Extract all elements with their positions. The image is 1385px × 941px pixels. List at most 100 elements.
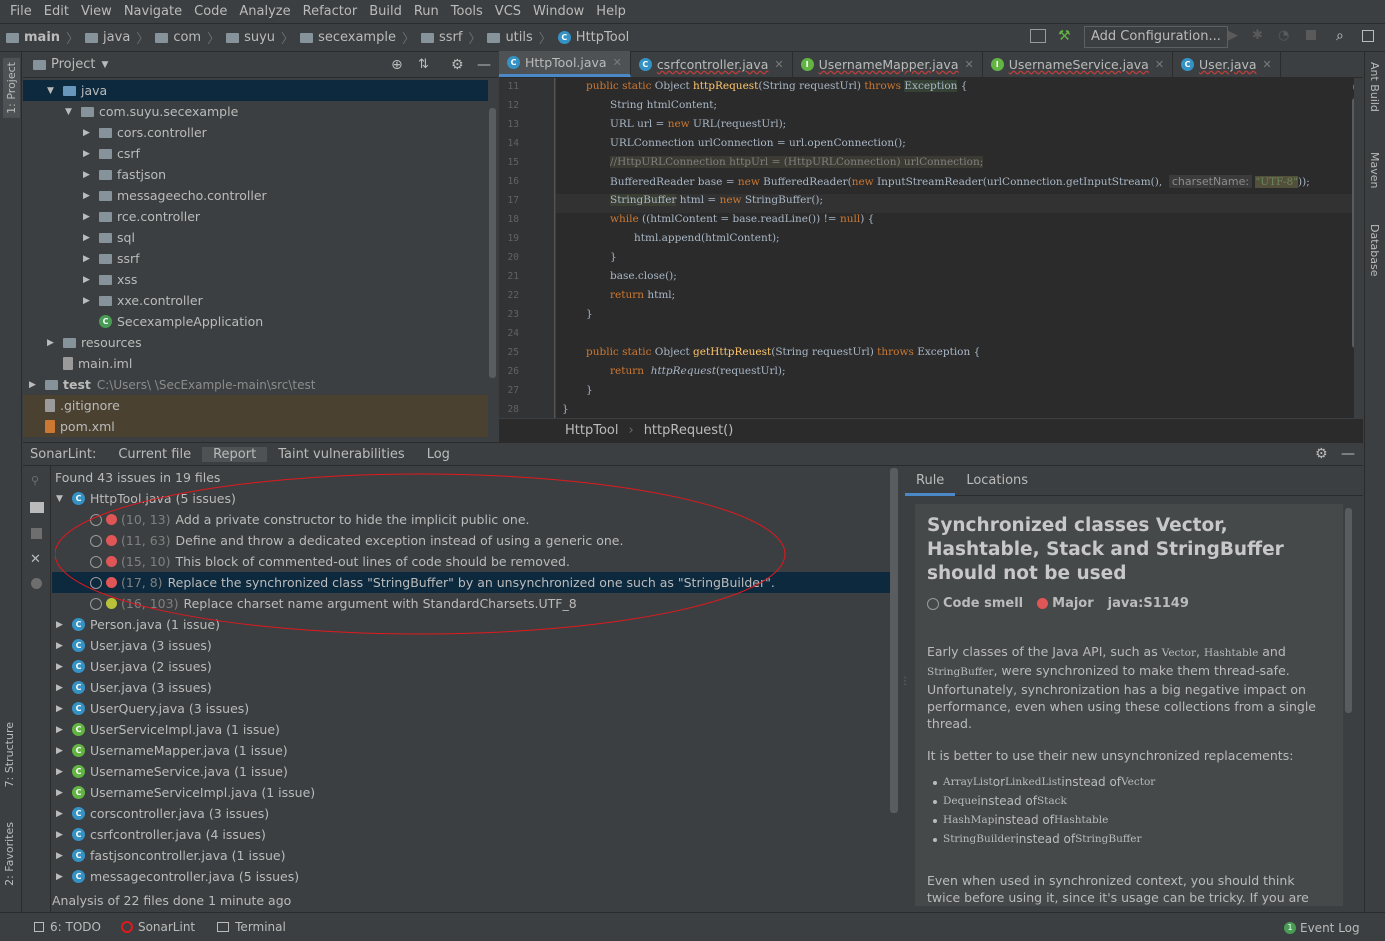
debug-icon[interactable]: ✱	[1252, 28, 1263, 43]
add-configuration-button[interactable]: Add Configuration...	[1084, 26, 1228, 48]
chevron-down-icon[interactable]: ▼	[101, 60, 108, 70]
issue-row[interactable]: (15, 10) This block of commented-out line…	[52, 551, 898, 572]
code-editor[interactable]: public static Object httpRequest(String …	[556, 78, 1354, 418]
file-node[interactable]: ▶ C UsernameMapper.java (1 issue)	[52, 740, 898, 761]
menu-file[interactable]: File	[4, 4, 38, 19]
minimize-icon[interactable]: —	[477, 57, 491, 73]
close-icon[interactable]: ✕	[613, 56, 622, 69]
editor-tab[interactable]: C User.java ✕	[1173, 51, 1281, 77]
close-icon[interactable]: ✕	[965, 58, 974, 71]
file-node[interactable]: ▶ C Person.java (1 issue)	[52, 614, 898, 635]
breadcrumb-item[interactable]: java 〉	[79, 28, 149, 47]
file-node[interactable]: ▶ C User.java (3 issues)	[52, 677, 898, 698]
editor-scrollbar[interactable]	[1352, 98, 1354, 348]
build-hammer-icon[interactable]: ⚒	[1058, 28, 1071, 44]
breadcrumb-item[interactable]: com 〉	[149, 28, 220, 47]
menu-refactor[interactable]: Refactor	[297, 4, 364, 19]
menu-navigate[interactable]: Navigate	[118, 4, 188, 19]
issue-row[interactable]: (16, 103) Replace charset name argument w…	[52, 593, 898, 614]
tree-node[interactable]: ▶ cors.controller	[23, 122, 488, 143]
stop-icon[interactable]	[1306, 30, 1316, 40]
tree-node[interactable]: C SecexampleApplication	[23, 311, 488, 332]
todo-tab[interactable]: 6: TODO	[50, 920, 101, 934]
tab-report[interactable]: Report	[202, 446, 268, 462]
locate-icon[interactable]: ⊕	[391, 57, 403, 73]
tree-node[interactable]: ▶ rce.controller	[23, 206, 488, 227]
issues-scrollbar[interactable]	[890, 468, 898, 813]
coverage-icon[interactable]: ◔	[1278, 28, 1289, 43]
folder-icon[interactable]	[30, 502, 44, 513]
gear-icon[interactable]: ⚙	[451, 57, 464, 73]
tab-log[interactable]: Log	[416, 447, 461, 462]
project-panel-title[interactable]: Project	[51, 57, 95, 72]
issue-row[interactable]: (17, 8) Replace the synchronized class "S…	[52, 572, 898, 593]
stop-icon[interactable]	[31, 528, 42, 539]
file-node[interactable]: ▶ C UserServiceImpl.java (1 issue)	[52, 719, 898, 740]
ant-build-tool-tab[interactable]: Ant Build	[1368, 62, 1381, 112]
file-node[interactable]: ▶ C UsernameService.java (1 issue)	[52, 761, 898, 782]
close-icon[interactable]: ✕	[1155, 58, 1164, 71]
editor-tab[interactable]: Ccsrfcontroller.java ✕	[631, 51, 793, 77]
gear-icon[interactable]: ⚙	[1315, 446, 1328, 462]
file-node[interactable]: ▶ Ccorscontroller.java (3 issues)	[52, 803, 898, 824]
tools-icon[interactable]: ✕	[30, 552, 41, 567]
tab-taint-vulnerabilities[interactable]: Taint vulnerabilities	[267, 447, 416, 462]
event-log-tab[interactable]: Event Log	[1300, 921, 1360, 935]
tree-node[interactable]: ▶ messageecho.controller	[23, 185, 488, 206]
clear-icon[interactable]	[31, 578, 42, 589]
favorites-tool-tab[interactable]: 2: Favorites	[3, 822, 16, 886]
tree-node[interactable]: ▶ xxe.controller	[23, 290, 488, 311]
breadcrumb-item[interactable]: ssrf 〉	[415, 28, 481, 47]
maven-tool-tab[interactable]: Maven	[1368, 152, 1381, 188]
menu-vcs[interactable]: VCS	[489, 4, 527, 19]
menu-analyze[interactable]: Analyze	[233, 4, 296, 19]
close-icon[interactable]: ✕	[1263, 58, 1272, 71]
tree-node[interactable]: ▼ com.suyu.secexample	[23, 101, 488, 122]
tab-current-file[interactable]: Current file	[107, 447, 202, 462]
tree-node[interactable]: ▶ sql	[23, 227, 488, 248]
file-node[interactable]: ▶ C UserQuery.java (3 issues)	[52, 698, 898, 719]
editor-tab[interactable]: I UsernameService.java ✕	[983, 51, 1174, 77]
menu-build[interactable]: Build	[363, 4, 408, 19]
editor-tab[interactable]: C HttpTool.java ✕	[499, 51, 631, 77]
issue-row[interactable]: (11, 63) Define and throw a dedicated exc…	[52, 530, 898, 551]
tab-locations[interactable]: Locations	[955, 466, 1039, 496]
close-icon[interactable]: ✕	[774, 58, 783, 71]
sonarlint-tab[interactable]: SonarLint	[138, 920, 195, 934]
issue-row[interactable]: (10, 13) Add a private constructor to hid…	[52, 509, 898, 530]
breadcrumb-method[interactable]: httpRequest()	[644, 423, 734, 438]
menu-run[interactable]: Run	[408, 4, 445, 19]
run-icon[interactable]: ▶	[1228, 28, 1238, 43]
tree-node[interactable]: ▶ csrf	[23, 143, 488, 164]
error-indicator-icon[interactable]	[1353, 82, 1354, 92]
tree-node[interactable]: .gitignore	[23, 395, 488, 416]
editor-tab[interactable]: I UsernameMapper.java ✕	[793, 51, 983, 77]
menu-view[interactable]: View	[75, 4, 118, 19]
rule-scrollbar[interactable]	[1345, 508, 1352, 713]
menu-edit[interactable]: Edit	[38, 4, 75, 19]
project-scrollbar[interactable]	[489, 108, 496, 378]
menu-tools[interactable]: Tools	[445, 4, 489, 19]
database-tool-tab[interactable]: Database	[1368, 224, 1381, 277]
tree-node[interactable]: ▶ xss	[23, 269, 488, 290]
file-node[interactable]: ▶ Cfastjsoncontroller.java (1 issue)	[52, 845, 898, 866]
menu-window[interactable]: Window	[527, 4, 590, 19]
terminal-tab[interactable]: Terminal	[235, 920, 286, 934]
structure-tool-tab[interactable]: 7: Structure	[3, 722, 16, 787]
file-node-httptool[interactable]: ▼ C HttpTool.java (5 issues)	[52, 488, 898, 509]
breadcrumb-item[interactable]: suyu 〉	[220, 28, 294, 47]
file-node[interactable]: ▶ C User.java (3 issues)	[52, 635, 898, 656]
filter-icon[interactable]: ⚲	[31, 474, 39, 487]
file-node[interactable]: ▶ Cmessagecontroller.java (5 issues)	[52, 866, 898, 887]
tree-node[interactable]: pom.xml	[23, 416, 488, 437]
breadcrumb-class[interactable]: HttpTool	[565, 423, 618, 438]
collapse-all-icon[interactable]: ⇅	[418, 57, 429, 72]
tree-node[interactable]: ▶ resources	[23, 332, 488, 353]
breadcrumb-item[interactable]: utils 〉	[481, 28, 552, 47]
file-node[interactable]: ▶ Ccsrfcontroller.java (4 issues)	[52, 824, 898, 845]
breadcrumb-item[interactable]: main 〉	[0, 28, 79, 47]
layout-icon[interactable]	[1030, 29, 1046, 43]
tree-node[interactable]: ▶ test C:\Users\ \SecExample-main\src\test	[23, 374, 488, 395]
file-node[interactable]: ▶ C UsernameServiceImpl.java (1 issue)	[52, 782, 898, 803]
tree-node[interactable]: main.iml	[23, 353, 488, 374]
